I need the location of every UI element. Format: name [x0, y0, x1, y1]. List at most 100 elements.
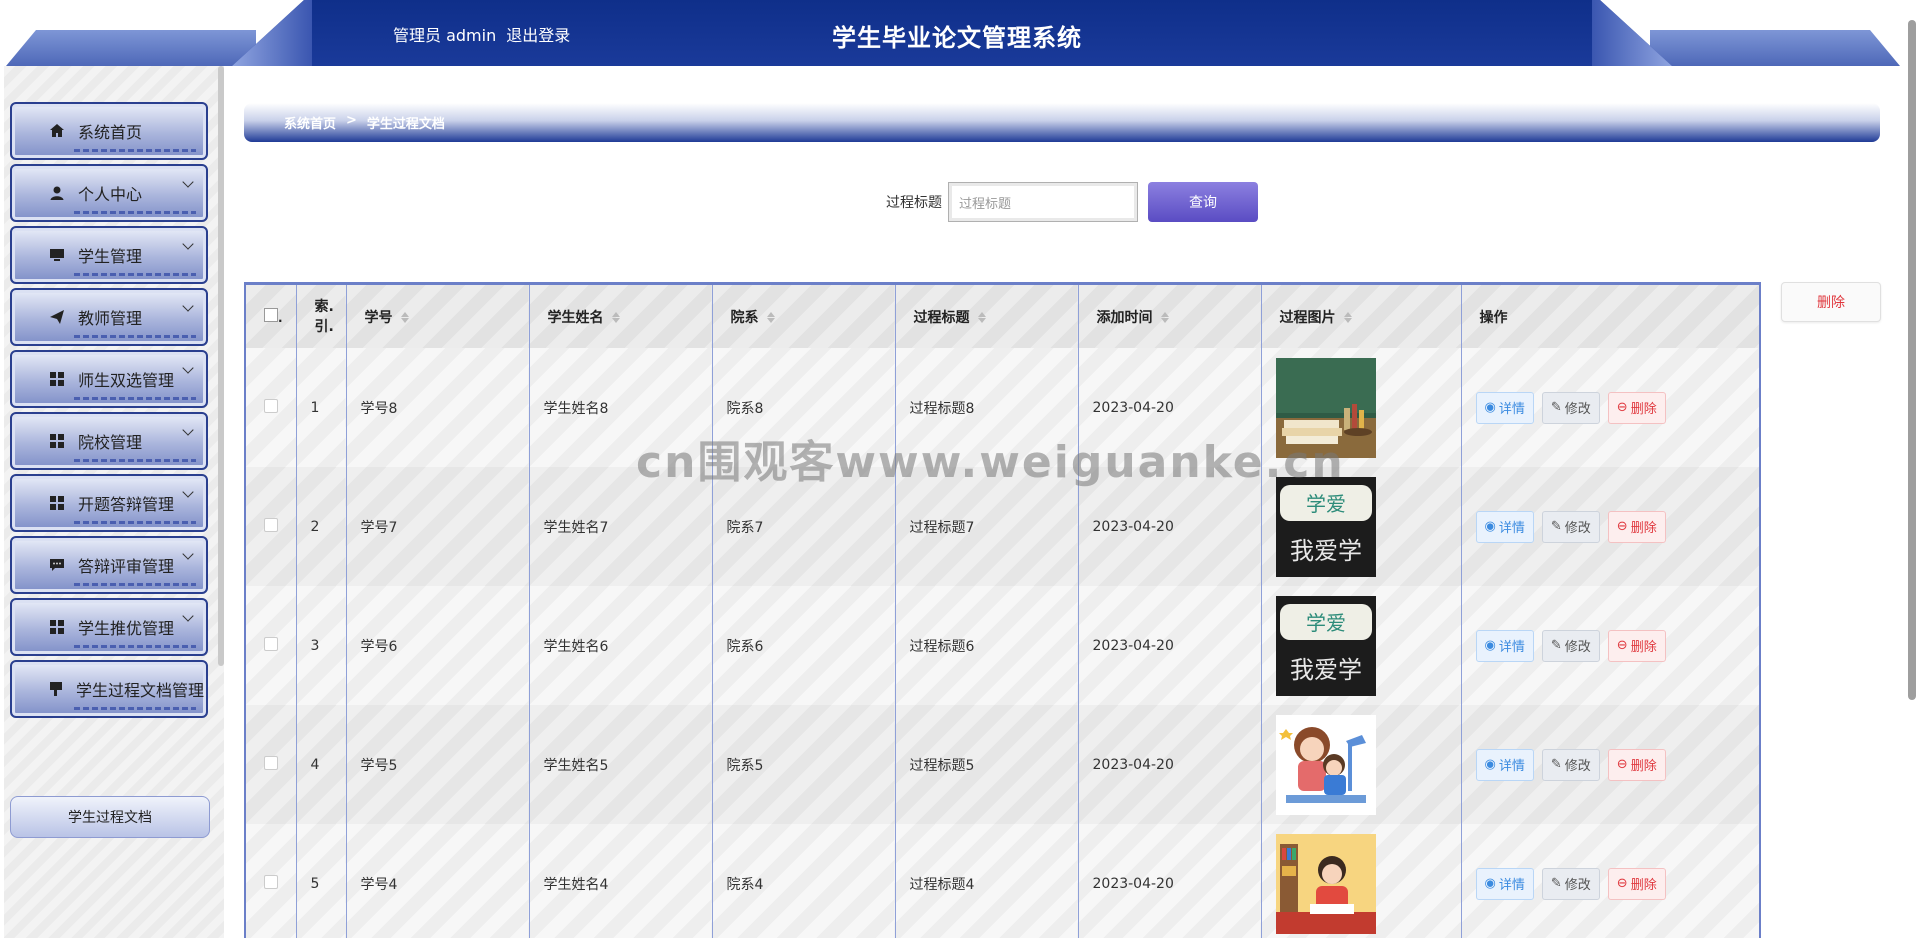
edit-button[interactable]: ✎ 修改: [1541, 748, 1600, 781]
minus-circle-icon: ⊖: [1616, 400, 1628, 415]
eye-icon: ◉: [1484, 638, 1496, 653]
edit-button[interactable]: ✎ 修改: [1541, 867, 1600, 900]
row-checkbox[interactable]: [264, 398, 278, 413]
sidebar-item-6[interactable]: 院校管理: [10, 412, 208, 470]
menu-item-decoration: [74, 335, 196, 338]
sidebar-item-1[interactable]: 系统首页: [10, 102, 208, 160]
sort-icon[interactable]: [977, 311, 986, 324]
row-checkbox[interactable]: [264, 517, 278, 532]
batch-delete-button[interactable]: 删除: [1781, 282, 1881, 322]
cell-actions: ◉ 详情 ✎ 修改 ⊖ 删除: [1461, 586, 1759, 705]
menu-item-decoration: [74, 583, 196, 586]
detail-button[interactable]: ◉ 详情: [1475, 867, 1534, 900]
menu-item-decoration: [74, 273, 196, 276]
cell-date: 2023-04-20: [1078, 348, 1262, 467]
sidebar-item-4[interactable]: 教师管理: [10, 288, 208, 346]
row-select-cell: [246, 348, 297, 467]
detail-button[interactable]: ◉ 详情: [1475, 510, 1534, 543]
header-user-area: 管理员 admin 退出登录: [393, 22, 570, 46]
sort-icon[interactable]: [766, 311, 775, 324]
user-role-label: 管理员 admin: [393, 26, 497, 45]
pencil-icon: ✎: [1550, 400, 1562, 415]
column-header-title[interactable]: 过程标题: [895, 285, 1079, 348]
sidebar-item-2[interactable]: 个人中心: [10, 164, 208, 222]
delete-button[interactable]: ⊖ 删除: [1607, 748, 1666, 781]
sort-icon[interactable]: [611, 311, 620, 324]
sort-icon[interactable]: [1343, 311, 1352, 324]
cell-index: 1: [296, 348, 347, 467]
select-all-checkbox[interactable]: [264, 307, 278, 322]
delete-button[interactable]: ⊖ 删除: [1607, 867, 1666, 900]
cell-actions: ◉ 详情 ✎ 修改 ⊖ 删除: [1461, 705, 1759, 824]
select-all-header: .: [246, 285, 297, 348]
cell-dept: 院系8: [712, 348, 896, 467]
sidebar-item-5[interactable]: 师生双选管理: [10, 350, 208, 408]
minus-circle-icon: ⊖: [1616, 519, 1628, 534]
cell-date: 2023-04-20: [1078, 467, 1262, 586]
sidebar-scrollbar[interactable]: [218, 66, 224, 666]
sidebar-item-7[interactable]: 开题答辩管理: [10, 474, 208, 532]
row-select-cell: [246, 824, 297, 938]
cell-dept: 院系4: [712, 824, 896, 938]
cell-image: 学爱 我爱学: [1261, 586, 1462, 705]
breadcrumb-home[interactable]: 系统首页: [284, 113, 336, 132]
column-header-xuehao[interactable]: 学号: [346, 285, 530, 348]
svg-text:学爱: 学爱: [1306, 492, 1346, 516]
top-header: 管理员 admin 退出登录 学生毕业论文管理系统: [0, 0, 1920, 66]
edit-button[interactable]: ✎ 修改: [1541, 510, 1600, 543]
grid-icon: [48, 494, 66, 512]
sidebar-item-label: 师生双选管理: [78, 371, 175, 390]
logout-link[interactable]: 退出登录: [506, 22, 570, 46]
column-header-dept[interactable]: 院系: [712, 285, 896, 348]
sort-icon[interactable]: [1160, 311, 1169, 324]
sidebar-item-10[interactable]: 学生过程文档管理: [10, 660, 208, 718]
menu-item-decoration: [74, 521, 196, 524]
detail-button[interactable]: ◉ 详情: [1475, 748, 1534, 781]
edit-button[interactable]: ✎ 修改: [1541, 629, 1600, 662]
column-header-name[interactable]: 学生姓名: [529, 285, 713, 348]
eye-icon: ◉: [1484, 876, 1496, 891]
table-body: 1 学号8 学生姓名8 院系8 过程标题8 2023-04-20 ◉ 详情 ✎ 修改 ⊖ 删除 2 学号7…: [246, 348, 1759, 938]
column-header-actions: 操作: [1461, 285, 1759, 348]
edit-button[interactable]: ✎ 修改: [1541, 391, 1600, 424]
delete-button[interactable]: ⊖ 删除: [1607, 510, 1666, 543]
search-button[interactable]: 查询: [1148, 182, 1258, 222]
sidebar-item-label: 院校管理: [78, 433, 143, 452]
send-icon: [48, 308, 66, 326]
menu-item-decoration: [74, 645, 196, 648]
cell-name: 学生姓名6: [529, 586, 713, 705]
header-right-wing: [1650, 30, 1900, 66]
sort-icon[interactable]: [400, 311, 409, 324]
page-scrollbar[interactable]: [1908, 20, 1916, 700]
cell-image: [1261, 705, 1462, 824]
row-checkbox[interactable]: [264, 874, 278, 889]
delete-button[interactable]: ⊖ 删除: [1607, 629, 1666, 662]
menu-item-decoration: [74, 211, 196, 214]
row-checkbox[interactable]: [264, 636, 278, 651]
process-image[interactable]: [1275, 714, 1461, 815]
sidebar-item-9[interactable]: 学生推优管理: [10, 598, 208, 656]
submenu-item-student-process-docs[interactable]: 学生过程文档: [10, 796, 210, 838]
pencil-icon: ✎: [1550, 876, 1562, 891]
sidebar-item-8[interactable]: 答辩评审管理: [10, 536, 208, 594]
minus-circle-icon: ⊖: [1616, 757, 1628, 772]
process-image[interactable]: 学爱 我爱学: [1275, 595, 1461, 696]
table-row: 2 学号7 学生姓名7 院系7 过程标题7 2023-04-20 学爱 我爱学 ◉ 详情 ✎ 修改 ⊖ 删…: [246, 467, 1759, 586]
app-title: 学生毕业论文管理系统: [832, 24, 1082, 52]
row-checkbox[interactable]: [264, 755, 278, 770]
process-image[interactable]: [1275, 833, 1461, 934]
process-image[interactable]: 学爱 我爱学: [1275, 476, 1461, 577]
delete-button[interactable]: ⊖ 删除: [1607, 391, 1666, 424]
sidebar-item-3[interactable]: 学生管理: [10, 226, 208, 284]
detail-button[interactable]: ◉ 详情: [1475, 629, 1534, 662]
sidebar-item-label: 开题答辩管理: [78, 495, 175, 514]
detail-button[interactable]: ◉ 详情: [1475, 391, 1534, 424]
minus-circle-icon: ⊖: [1616, 638, 1628, 653]
flag-icon: [48, 680, 64, 698]
process-image[interactable]: [1275, 357, 1461, 458]
pencil-icon: ✎: [1550, 638, 1562, 653]
search-input[interactable]: 过程标题: [948, 182, 1138, 222]
column-header-image[interactable]: 过程图片: [1261, 285, 1462, 348]
grid-icon: [48, 618, 66, 636]
column-header-date[interactable]: 添加时间: [1078, 285, 1262, 348]
